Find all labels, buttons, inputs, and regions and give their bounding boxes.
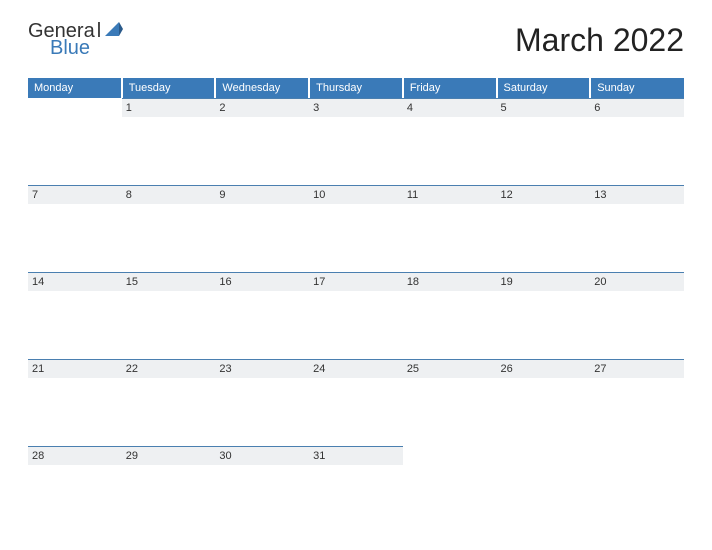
day-cell: 29 xyxy=(122,446,216,533)
day-header-wednesday: Wednesday xyxy=(215,78,309,98)
day-cell: 22 xyxy=(122,359,216,446)
day-number: 20 xyxy=(590,272,684,291)
day-number: 22 xyxy=(122,359,216,378)
day-cell: 13 xyxy=(590,185,684,272)
day-number: 27 xyxy=(590,359,684,378)
day-number: 10 xyxy=(309,185,403,204)
day-number: 30 xyxy=(215,446,309,465)
day-cell: 28 xyxy=(28,446,122,533)
day-cell: 6 xyxy=(590,98,684,185)
day-cell: 7 xyxy=(28,185,122,272)
day-number: 26 xyxy=(497,359,591,378)
day-header-row: Monday Tuesday Wednesday Thursday Friday… xyxy=(28,78,684,98)
logo: General Blue xyxy=(28,20,123,60)
day-number: 24 xyxy=(309,359,403,378)
calendar-week-row: 7 8 9 10 11 12 13 xyxy=(28,185,684,272)
day-number: 9 xyxy=(215,185,309,204)
calendar-body: . 1 2 3 4 5 6 7 8 9 10 11 12 13 14 15 16… xyxy=(28,98,684,533)
day-cell: 1 xyxy=(122,98,216,185)
calendar-week-row: . 1 2 3 4 5 6 xyxy=(28,98,684,185)
calendar-week-row: 21 22 23 24 25 26 27 xyxy=(28,359,684,446)
day-cell: 3 xyxy=(309,98,403,185)
calendar-week-row: 28 29 30 31 . . . xyxy=(28,446,684,533)
day-cell: 17 xyxy=(309,272,403,359)
day-number: 6 xyxy=(590,98,684,117)
day-number: 14 xyxy=(28,272,122,291)
day-cell: . xyxy=(497,446,591,533)
day-header-sunday: Sunday xyxy=(590,78,684,98)
day-cell: 15 xyxy=(122,272,216,359)
day-cell: 11 xyxy=(403,185,497,272)
day-number: 17 xyxy=(309,272,403,291)
day-number: 28 xyxy=(28,446,122,465)
day-cell: 14 xyxy=(28,272,122,359)
day-number: 11 xyxy=(403,185,497,204)
day-number: 1 xyxy=(122,98,216,117)
calendar-header: General Blue March 2022 xyxy=(28,20,684,60)
day-cell: 10 xyxy=(309,185,403,272)
day-header-thursday: Thursday xyxy=(309,78,403,98)
day-number: 16 xyxy=(215,272,309,291)
day-cell: 23 xyxy=(215,359,309,446)
day-header-saturday: Saturday xyxy=(497,78,591,98)
day-cell: 19 xyxy=(497,272,591,359)
day-cell: 4 xyxy=(403,98,497,185)
day-cell: . xyxy=(403,446,497,533)
day-cell: 16 xyxy=(215,272,309,359)
day-cell: 12 xyxy=(497,185,591,272)
day-cell: 9 xyxy=(215,185,309,272)
day-number: 23 xyxy=(215,359,309,378)
day-cell: 25 xyxy=(403,359,497,446)
day-number: 4 xyxy=(403,98,497,117)
day-cell: 24 xyxy=(309,359,403,446)
day-cell: 27 xyxy=(590,359,684,446)
calendar-title: March 2022 xyxy=(515,22,684,59)
calendar-grid: Monday Tuesday Wednesday Thursday Friday… xyxy=(28,78,684,533)
day-number: 7 xyxy=(28,185,122,204)
day-number: 18 xyxy=(403,272,497,291)
day-number: 25 xyxy=(403,359,497,378)
day-number: 31 xyxy=(309,446,403,465)
day-cell: 21 xyxy=(28,359,122,446)
day-cell: 31 xyxy=(309,446,403,533)
day-number: 5 xyxy=(497,98,591,117)
day-header-monday: Monday xyxy=(28,78,122,98)
day-number: 21 xyxy=(28,359,122,378)
day-cell: 20 xyxy=(590,272,684,359)
day-header-friday: Friday xyxy=(403,78,497,98)
day-number: 12 xyxy=(497,185,591,204)
day-cell: 5 xyxy=(497,98,591,185)
day-cell: 2 xyxy=(215,98,309,185)
day-number: 13 xyxy=(590,185,684,204)
day-header-tuesday: Tuesday xyxy=(122,78,216,98)
day-cell: 18 xyxy=(403,272,497,359)
day-cell: 26 xyxy=(497,359,591,446)
day-cell: 8 xyxy=(122,185,216,272)
day-cell: 30 xyxy=(215,446,309,533)
day-number: 8 xyxy=(122,185,216,204)
calendar-week-row: 14 15 16 17 18 19 20 xyxy=(28,272,684,359)
day-cell: . xyxy=(28,98,122,185)
day-number: 2 xyxy=(215,98,309,117)
day-number: 29 xyxy=(122,446,216,465)
logo-text-blue: Blue xyxy=(50,37,123,60)
day-number: 3 xyxy=(309,98,403,117)
day-cell: . xyxy=(590,446,684,533)
day-number: 15 xyxy=(122,272,216,291)
day-number: 19 xyxy=(497,272,591,291)
